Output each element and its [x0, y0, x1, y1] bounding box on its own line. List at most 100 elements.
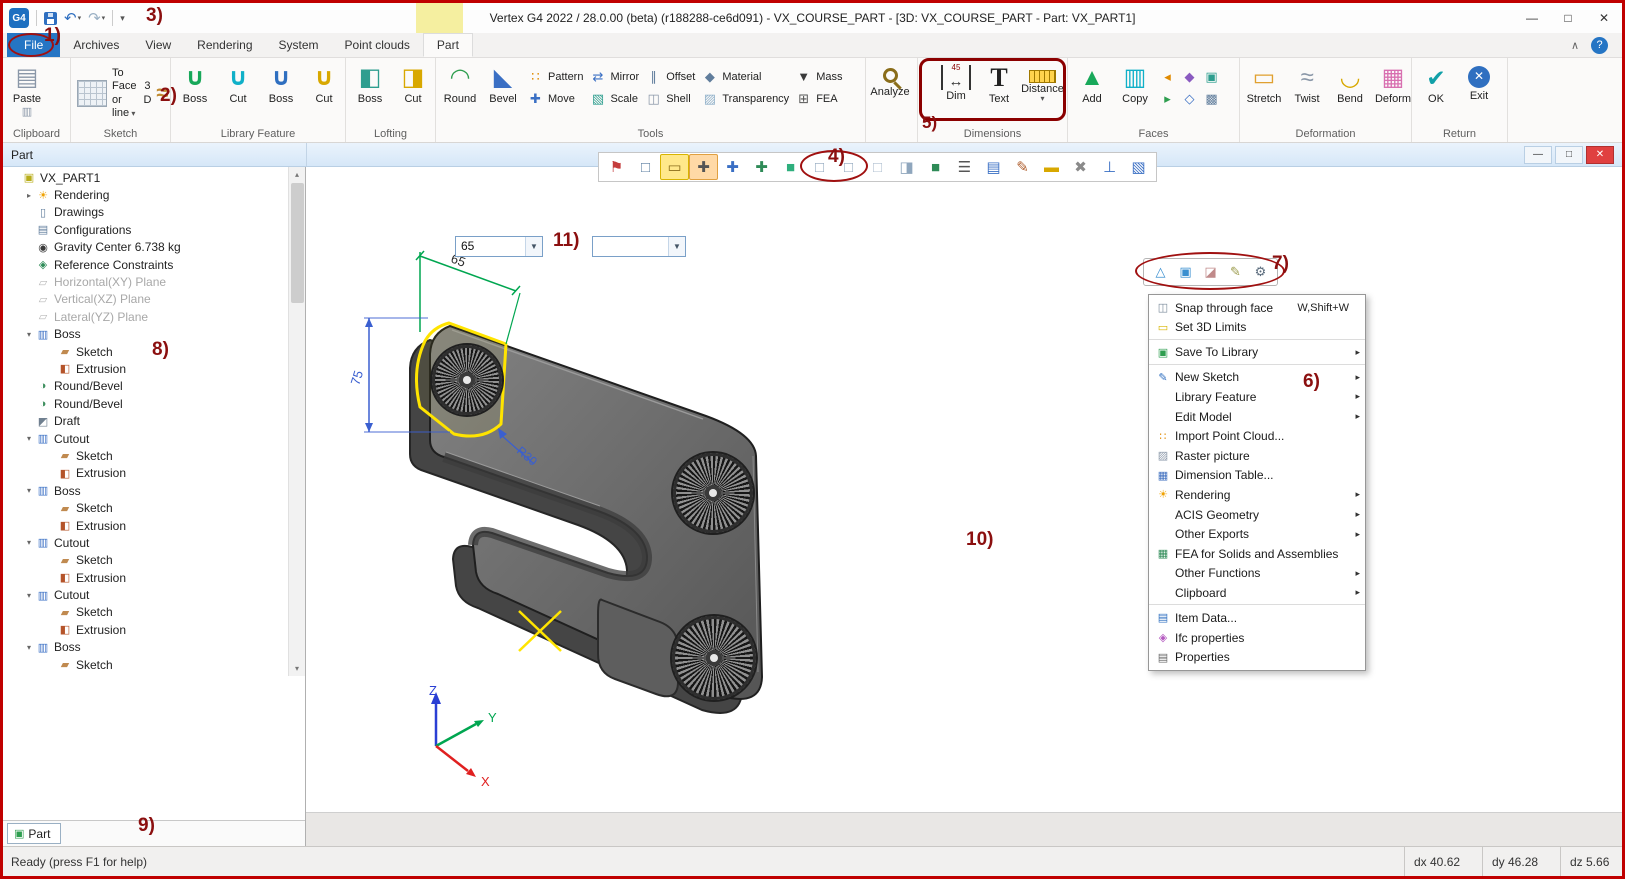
measure-icon[interactable]: △	[1148, 261, 1173, 283]
sidebar-tab-part[interactable]: ▣ Part	[7, 823, 61, 844]
lofting-cut-button[interactable]: ◨ Cut	[392, 61, 434, 126]
dropdown-arrow-icon[interactable]: ▾	[129, 109, 135, 118]
face-unsew-button[interactable]: ▸	[1157, 89, 1178, 108]
scroll-down-icon[interactable]: ▾	[295, 661, 299, 676]
library-boss-button[interactable]: ∪ Boss	[174, 61, 216, 126]
context-menu-item[interactable]: ☀ Rendering ▸	[1149, 485, 1365, 505]
mass-button[interactable]: ▼Mass	[793, 67, 845, 86]
tree-item[interactable]: ◉ Gravity Center 6.738 kg	[3, 239, 288, 256]
3d-scene[interactable]: 65 75 R30 Z Y X	[306, 167, 1570, 813]
doc-close-button[interactable]: ✕	[1586, 146, 1614, 164]
scroll-up-icon[interactable]: ▴	[295, 167, 299, 182]
context-menu-item[interactable]: Edit Model ▸	[1149, 407, 1365, 427]
ok-button[interactable]: ✔ OK	[1415, 61, 1457, 126]
tree-item[interactable]: ▰ Sketch	[3, 343, 288, 360]
ribbon-tab[interactable]: Point clouds	[332, 33, 423, 57]
doc-restore-button[interactable]: □	[1555, 146, 1583, 164]
library-cut2-button[interactable]: ∪ Cut	[303, 61, 345, 126]
context-menu-item[interactable]: Other Functions ▸	[1149, 564, 1365, 584]
tree-item[interactable]: ◧ Extrusion	[3, 621, 288, 638]
shaded-view-icon[interactable]: ■	[776, 154, 805, 180]
tree-expander-icon[interactable]: ▾	[23, 643, 35, 652]
face-copy-button[interactable]: ▥ Copy	[1114, 61, 1156, 126]
new-window-icon[interactable]: ▧	[1124, 154, 1153, 180]
context-menu-item[interactable]: ▤ Properties	[1149, 647, 1365, 667]
face-offset-button[interactable]: ◆	[1179, 67, 1200, 86]
fea-button[interactable]: ⊞FEA	[793, 89, 845, 108]
tree-item[interactable]: ▯ Drawings	[3, 204, 288, 221]
face-sew-button[interactable]: ◂	[1157, 67, 1178, 86]
tree-item[interactable]: ▰ Sketch	[3, 656, 288, 673]
scale-button[interactable]: ▧Scale	[587, 89, 642, 108]
tree-item[interactable]: ▰ Sketch	[3, 499, 288, 516]
dim-button[interactable]: 45↔ Dim	[935, 61, 977, 126]
tree-expander-icon[interactable]: ▾	[23, 330, 35, 339]
tree-item[interactable]: ◧ Extrusion	[3, 517, 288, 534]
tree-item[interactable]: ▾ ▥ Boss	[3, 639, 288, 656]
pin-icon[interactable]: ⚑	[602, 154, 631, 180]
tree-item[interactable]: ▸ ☀ Rendering	[3, 186, 288, 203]
tree-item[interactable]: ▣ VX_PART1	[3, 169, 288, 186]
snap-endpoint-icon[interactable]: ✚	[689, 154, 718, 180]
offset-button[interactable]: ∥Offset	[643, 67, 698, 86]
combo-value[interactable]: 65	[456, 237, 525, 256]
save-button[interactable]	[44, 12, 57, 25]
deform-button[interactable]: ▦ Deform	[1372, 61, 1414, 126]
context-menu-item[interactable]: ▨ Raster picture	[1149, 446, 1365, 466]
context-menu-item[interactable]: ∷ Import Point Cloud...	[1149, 426, 1365, 446]
twist-button[interactable]: ≈ Twist	[1286, 61, 1328, 126]
face-replace-button[interactable]: ◇	[1179, 89, 1200, 108]
tree-item[interactable]: ▱ Horizontal(XY) Plane	[3, 273, 288, 290]
shell-button[interactable]: ◫Shell	[643, 89, 698, 108]
distance-dropdown-icon[interactable]: ▾	[1040, 95, 1044, 104]
eraser-icon[interactable]: ◪	[1198, 261, 1223, 283]
mirror-button[interactable]: ⇄Mirror	[587, 67, 642, 86]
tree-item[interactable]: ▾ ▥ Cutout	[3, 586, 288, 603]
context-menu-item[interactable]: Clipboard ▸	[1149, 583, 1365, 605]
tree-item[interactable]: ▰ Sketch	[3, 552, 288, 569]
round-button[interactable]: ◠ Round	[439, 61, 481, 126]
ribbon-tab[interactable]: Rendering	[184, 33, 265, 57]
combo-dropdown-icon[interactable]: ▼	[525, 237, 542, 256]
tree-item[interactable]: ◧ Extrusion	[3, 360, 288, 377]
ribbon-tab[interactable]: View	[132, 33, 184, 57]
dimension-value-combo[interactable]: 65 ▼	[455, 236, 543, 257]
ribbon-tab[interactable]: System	[266, 33, 332, 57]
redo-button[interactable]: ↷▾	[88, 9, 105, 27]
stretch-button[interactable]: ▭ Stretch	[1243, 61, 1285, 126]
tree-item[interactable]: ◑ Round/Bevel	[3, 378, 288, 395]
context-menu-item[interactable]: ✎ New Sketch ▸	[1149, 368, 1365, 388]
paste-button[interactable]: ▤ Paste ▥	[6, 61, 48, 126]
exit-button[interactable]: ✕ Exit	[1458, 61, 1500, 126]
face-delete-button[interactable]: ▣	[1201, 67, 1222, 86]
library-cut-button[interactable]: ∪ Cut	[217, 61, 259, 126]
coordinate-axes-icon[interactable]: ⊥	[1095, 154, 1124, 180]
ribbon-tab[interactable]: Archives	[60, 33, 132, 57]
context-menu-item[interactable]: ◫ Snap through face W,Shift+W	[1149, 298, 1365, 318]
tree-item[interactable]: ▰ Sketch	[3, 447, 288, 464]
tree-item[interactable]: ◩ Draft	[3, 412, 288, 429]
close-button[interactable]: ✕	[1586, 5, 1622, 31]
context-menu-item[interactable]: ▦ FEA for Solids and Assemblies	[1149, 544, 1365, 564]
tree-expander-icon[interactable]: ▸	[23, 191, 35, 200]
context-menu-item[interactable]: Other Exports ▸	[1149, 524, 1365, 544]
tree-item[interactable]: ▾ ▥ Boss	[3, 482, 288, 499]
tree-expander-icon[interactable]: ▾	[23, 434, 35, 443]
snap-intersection-icon[interactable]: ✚	[747, 154, 776, 180]
minimize-button[interactable]: —	[1514, 5, 1550, 31]
tree-expander-icon[interactable]: ▾	[23, 486, 35, 495]
drawing-sheet-icon[interactable]: ▬	[1037, 154, 1066, 180]
tree-item[interactable]: ◑ Round/Bevel	[3, 395, 288, 412]
selection-frame-icon[interactable]: □	[631, 154, 660, 180]
library-folder-icon[interactable]: ▣	[1173, 261, 1198, 283]
dimension-75-label[interactable]: 75	[348, 369, 367, 387]
half-section-view-icon[interactable]: ◨	[892, 154, 921, 180]
analyze-button[interactable]: Analyze	[869, 61, 911, 126]
move-button[interactable]: ✚Move	[525, 89, 586, 108]
erase-icon[interactable]: ✖	[1066, 154, 1095, 180]
context-menu-item[interactable]: ▦ Dimension Table...	[1149, 466, 1365, 486]
face-move-button[interactable]: ▩	[1201, 89, 1222, 108]
wireframe-view-icon[interactable]: □	[863, 154, 892, 180]
tree-expander-icon[interactable]: ▾	[23, 591, 35, 600]
pen-icon[interactable]: ✎	[1223, 261, 1248, 283]
